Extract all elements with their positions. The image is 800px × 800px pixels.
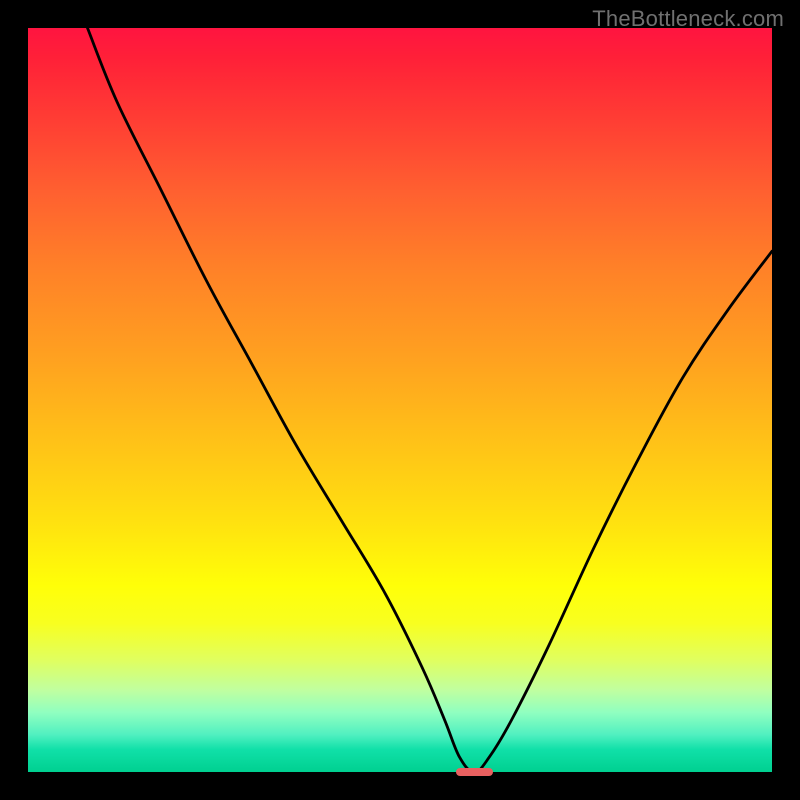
optimum-marker (456, 768, 493, 777)
bottleneck-curve (28, 28, 772, 772)
chart-plot-area (28, 28, 772, 772)
watermark-text: TheBottleneck.com (592, 6, 784, 32)
